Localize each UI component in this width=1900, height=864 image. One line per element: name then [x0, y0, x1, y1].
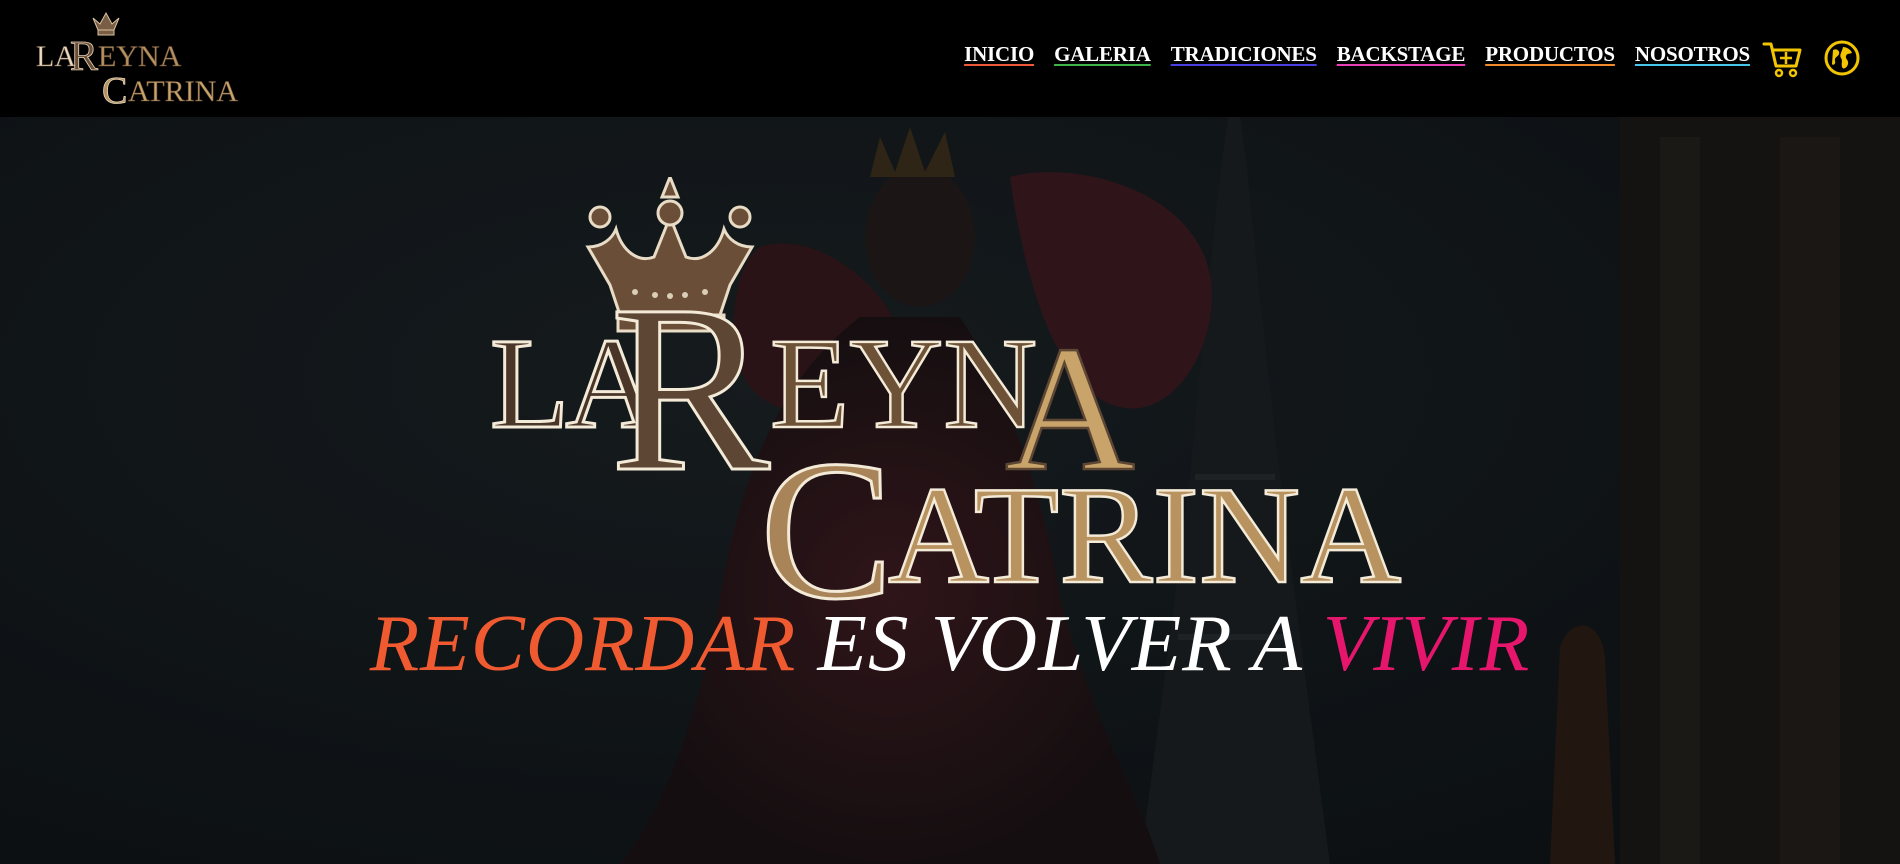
svg-text:R: R [610, 255, 770, 521]
svg-text:C: C [760, 420, 893, 617]
nav-item-galeria[interactable]: GALERIA [1054, 42, 1151, 70]
hero-section: LA R EYN A C ATRINA RECORDAR ES VOLVER A… [0, 117, 1900, 864]
tagline-middle: ES VOLVER A [817, 598, 1302, 688]
svg-text:C: C [102, 70, 127, 110]
hero-tagline: RECORDAR ES VOLVER A VIVIR [0, 597, 1900, 690]
main-menu: INICIO GALERIA TRADICIONES BACKSTAGE PRO… [964, 42, 1750, 70]
brand-logo[interactable]: LA R EYNA C ATRINA [36, 8, 256, 112]
svg-text:ATRINA: ATRINA [888, 458, 1401, 613]
hero-logo: LA R EYN A C ATRINA [489, 177, 1403, 617]
cart-plus-icon[interactable] [1762, 38, 1804, 80]
nav-item-productos[interactable]: PRODUCTOS [1485, 42, 1615, 70]
svg-text:R: R [70, 34, 98, 80]
nav-item-backstage[interactable]: BACKSTAGE [1337, 42, 1466, 70]
crown-logo-icon: LA R EYNA C ATRINA [36, 11, 239, 112]
nav-item-inicio[interactable]: INICIO [964, 42, 1034, 70]
top-navigation-bar: LA R EYNA C ATRINA INICIO GALERIA TRADIC… [0, 0, 1900, 117]
tagline-recordar: RECORDAR [369, 598, 797, 688]
globe-icon[interactable] [1824, 40, 1860, 76]
svg-text:ATRINA: ATRINA [128, 75, 238, 108]
nav-item-tradiciones[interactable]: TRADICIONES [1171, 42, 1317, 70]
tagline-vivir: VIVIR [1322, 598, 1531, 688]
nav-item-nosotros[interactable]: NOSOTROS [1635, 42, 1750, 70]
svg-text:EYNA: EYNA [98, 40, 182, 73]
